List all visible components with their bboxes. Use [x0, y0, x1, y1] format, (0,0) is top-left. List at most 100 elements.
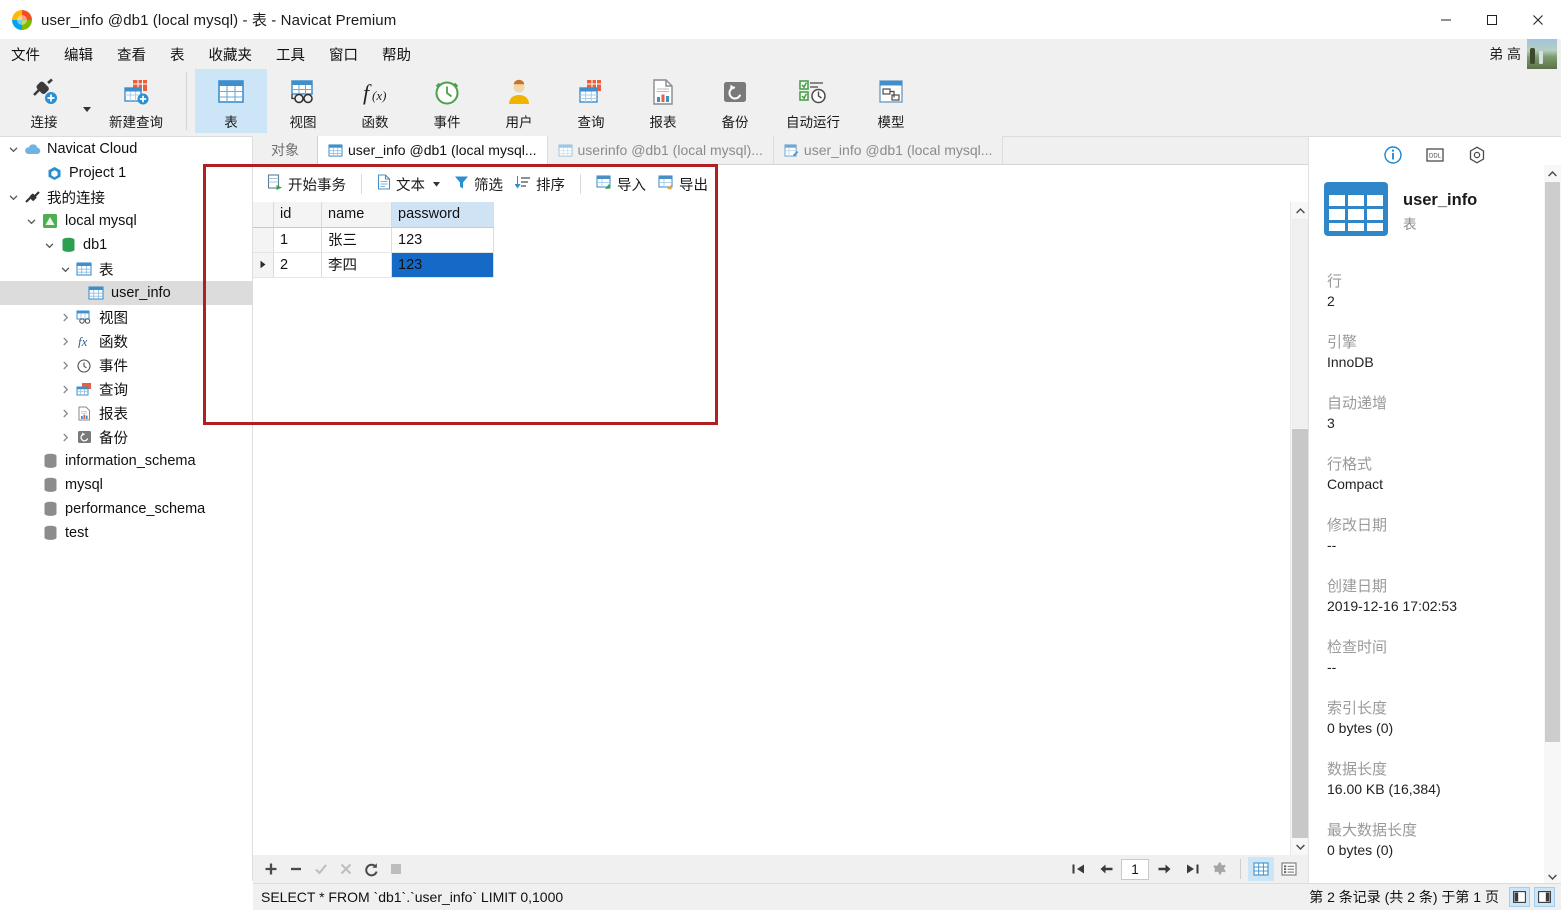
minimize-button[interactable] [1423, 0, 1469, 39]
cell-password[interactable]: 123 [391, 227, 494, 253]
cell-id[interactable]: 2 [273, 252, 322, 278]
info-panel-scrollbar[interactable] [1544, 165, 1561, 883]
tree-item-reports[interactable]: 报表 [0, 401, 252, 425]
tree-item-backups[interactable]: 备份 [0, 425, 252, 449]
tree-item-project-1[interactable]: Project 1 [0, 161, 252, 185]
close-button[interactable] [1515, 0, 1561, 39]
info-icon[interactable] [1382, 144, 1404, 166]
tree-item-information-schema[interactable]: information_schema [0, 449, 252, 473]
begin-transaction-button[interactable]: 开始事务 [261, 171, 352, 198]
scroll-up-icon[interactable] [1544, 165, 1561, 182]
toolbar-backup[interactable]: 备份 [699, 69, 771, 133]
chevron-down-icon[interactable] [56, 265, 74, 274]
account-name[interactable]: 弟 高 [1489, 44, 1521, 64]
toolbar-model[interactable]: 模型 [855, 69, 927, 133]
grid-vertical-scrollbar[interactable] [1290, 202, 1308, 855]
ddl-icon[interactable]: DDL [1424, 144, 1446, 166]
avatar[interactable] [1527, 39, 1557, 69]
tree-item-navicat-cloud[interactable]: Navicat Cloud [0, 137, 252, 161]
tree-item-tables[interactable]: 表 [0, 257, 252, 281]
text-button[interactable]: 文本 [371, 171, 448, 198]
settings-icon[interactable] [1466, 144, 1488, 166]
chevron-right-icon[interactable] [56, 385, 74, 394]
tree-item-views[interactable]: 视图 [0, 305, 252, 329]
scroll-up-icon[interactable] [1291, 202, 1309, 219]
next-page-button[interactable] [1151, 857, 1177, 881]
tree-item-performance-schema[interactable]: performance_schema [0, 497, 252, 521]
tree-item-user-info[interactable]: user_info [0, 281, 252, 305]
chevron-down-icon[interactable] [40, 241, 58, 250]
page-number-input[interactable]: 1 [1121, 858, 1149, 880]
chevron-down-icon[interactable] [22, 217, 40, 226]
menu-help[interactable]: 帮助 [371, 41, 422, 68]
tab-userinfo-data[interactable]: userinfo @db1 (local mysql)... [547, 136, 774, 164]
menu-window[interactable]: 窗口 [318, 41, 369, 68]
column-header-id[interactable]: id [273, 202, 322, 228]
tree-item-my-connections[interactable]: 我的连接 [0, 185, 252, 209]
column-header-name[interactable]: name [321, 202, 392, 228]
chevron-right-icon[interactable] [56, 433, 74, 442]
toolbar-report[interactable]: 报表 [627, 69, 699, 133]
object-tree-sidebar[interactable]: Navicat Cloud Project 1 我的连接 local mysql… [0, 137, 253, 881]
menu-edit[interactable]: 编辑 [53, 41, 104, 68]
tab-user-info-design[interactable]: user_info @db1 (local mysql... [773, 136, 1004, 164]
grid-settings-icon[interactable] [1207, 857, 1233, 881]
cell-id[interactable]: 1 [273, 227, 322, 253]
toolbar-view[interactable]: 视图 [267, 69, 339, 133]
form-view-button[interactable] [1276, 857, 1302, 881]
tree-item-queries[interactable]: 查询 [0, 377, 252, 401]
apply-change-icon[interactable] [310, 858, 332, 880]
add-record-icon[interactable] [260, 858, 282, 880]
table-row[interactable]: 2 李四 123 [253, 252, 494, 278]
chevron-down-icon[interactable] [4, 145, 22, 154]
toggle-right-pane-button[interactable] [1534, 887, 1555, 907]
tree-item-db1[interactable]: db1 [0, 233, 252, 257]
menu-table[interactable]: 表 [159, 41, 196, 68]
chevron-right-icon[interactable] [56, 337, 74, 346]
toolbar-function[interactable]: f (x) 函数 [339, 69, 411, 133]
tree-item-local-mysql[interactable]: local mysql [0, 209, 252, 233]
data-grid[interactable]: id name password 1 张三 123 2 李四 123 [253, 202, 1290, 855]
scrollbar-thumb[interactable] [1292, 219, 1308, 428]
grid-view-button[interactable] [1248, 857, 1274, 881]
chevron-right-icon[interactable] [56, 361, 74, 370]
chevron-down-icon[interactable] [430, 181, 442, 187]
cell-name[interactable]: 张三 [321, 227, 392, 253]
prev-page-button[interactable] [1093, 857, 1119, 881]
toolbar-query[interactable]: 查询 [555, 69, 627, 133]
chevron-down-icon[interactable] [4, 193, 22, 202]
sort-button[interactable]: 排序 [509, 171, 571, 198]
scroll-down-icon[interactable] [1544, 868, 1561, 883]
filter-button[interactable]: 筛选 [448, 171, 509, 198]
toolbar-table[interactable]: 表 [195, 69, 267, 133]
tree-item-test[interactable]: test [0, 521, 252, 545]
menu-favorites[interactable]: 收藏夹 [198, 41, 264, 68]
remove-record-icon[interactable] [285, 858, 307, 880]
cell-name[interactable]: 李四 [321, 252, 392, 278]
toolbar-connection[interactable]: 连接 [8, 69, 80, 133]
toolbar-automation[interactable]: 自动运行 [771, 69, 855, 133]
toggle-left-pane-button[interactable] [1509, 887, 1530, 907]
export-button[interactable]: 导出 [652, 171, 714, 198]
scrollbar-track[interactable] [1292, 429, 1308, 838]
table-row[interactable]: 1 张三 123 [253, 227, 494, 253]
menu-file[interactable]: 文件 [0, 41, 51, 68]
last-page-button[interactable] [1179, 857, 1205, 881]
tree-item-events[interactable]: 事件 [0, 353, 252, 377]
column-header-password[interactable]: password [391, 202, 494, 228]
scrollbar-thumb[interactable] [1545, 182, 1560, 742]
menu-tools[interactable]: 工具 [265, 41, 316, 68]
cell-password-selected[interactable]: 123 [391, 252, 494, 278]
toolbar-event[interactable]: 事件 [411, 69, 483, 133]
connection-dropdown-caret[interactable] [80, 69, 94, 133]
import-button[interactable]: 导入 [590, 171, 652, 198]
refresh-icon[interactable] [360, 858, 382, 880]
toolbar-user[interactable]: 用户 [483, 69, 555, 133]
first-page-button[interactable] [1065, 857, 1091, 881]
toolbar-new-query[interactable]: 新建查询 [94, 69, 178, 133]
chevron-right-icon[interactable] [56, 409, 74, 418]
stop-icon[interactable] [385, 858, 407, 880]
tree-item-mysql-db[interactable]: mysql [0, 473, 252, 497]
tab-user-info-data[interactable]: user_info @db1 (local mysql... [318, 136, 548, 164]
maximize-button[interactable] [1469, 0, 1515, 39]
